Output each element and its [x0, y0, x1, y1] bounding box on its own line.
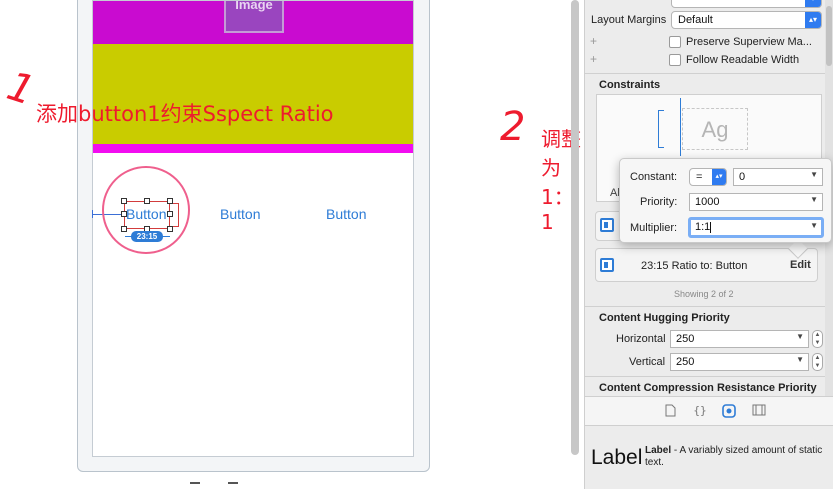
braces-icon[interactable]: {} — [693, 404, 707, 418]
arrange-popup[interactable]: ▾ — [671, 0, 822, 8]
priority-field[interactable]: 1000 ▼ — [689, 193, 823, 211]
hugging-horizontal-value: 250 — [676, 333, 695, 345]
annotation-step-1-text: 添加button1约束Sspect Ratio — [36, 102, 334, 126]
file-icon[interactable] — [663, 404, 677, 418]
hugging-horizontal-label: Horizontal — [616, 333, 666, 345]
section-divider — [585, 306, 825, 307]
leading-constraint-icon — [600, 218, 614, 232]
chevron-updown-icon: ▴▾ — [805, 12, 821, 28]
inspector-scroll-thumb[interactable] — [826, 6, 832, 66]
chevron-down-icon: ▼ — [810, 221, 818, 230]
object-library-icon[interactable] — [722, 404, 736, 418]
storyboard-canvas[interactable]: Image Button Button Button 23:15 1 添加but… — [0, 0, 584, 489]
scene-dock-stub — [190, 482, 200, 489]
priority-value: 1000 — [695, 196, 720, 208]
label-object-preview[interactable]: Label — [591, 446, 642, 470]
constant-label: Constant: — [630, 171, 678, 183]
hugging-vertical-field[interactable]: 250 ▼ — [670, 353, 809, 371]
follow-readable-width-checkbox[interactable] — [669, 54, 681, 66]
ratio-constraint-icon — [600, 258, 614, 272]
section-divider — [585, 73, 825, 74]
relation-popup[interactable]: = ▴▾ — [689, 168, 727, 186]
scene-dock-stub — [228, 482, 238, 489]
layout-margins-label: Layout Margins — [591, 14, 667, 26]
label-object-description: Label - A variably sized amount of stati… — [645, 445, 831, 469]
priority-label: Priority: — [640, 196, 678, 208]
compression-resistance-title: Content Compression Resistance Priority — [599, 382, 817, 394]
chevron-down-icon: ▼ — [810, 170, 818, 179]
height-constraint-indicator[interactable] — [658, 110, 664, 148]
canvas-vertical-scrollbar[interactable] — [571, 0, 579, 455]
olive-view[interactable] — [93, 44, 413, 144]
plus-icon[interactable]: + — [590, 52, 597, 66]
showing-count: Showing 2 of 2 — [674, 289, 734, 299]
media-library-icon[interactable] — [752, 404, 766, 418]
follow-readable-width-label: Follow Readable Width — [686, 54, 800, 66]
image-view[interactable]: Image — [224, 0, 284, 33]
constant-value: 0 — [739, 171, 746, 183]
multiplier-label: Multiplier: — [630, 222, 678, 234]
constant-field[interactable]: 0 ▼ — [733, 168, 823, 186]
preserve-superview-label: Preserve Superview Ma... — [686, 36, 812, 48]
preserve-superview-checkbox[interactable] — [669, 36, 681, 48]
label-object-name: Label — [645, 445, 672, 456]
section-divider — [585, 376, 825, 377]
annotation-step-2-number: 2 — [500, 104, 526, 150]
canvas-button-2[interactable]: Button — [220, 206, 260, 222]
layout-margins-value: Default — [678, 14, 713, 26]
label-object-text: - A variably sized amount of static text… — [645, 445, 823, 468]
magenta-strip-view[interactable] — [93, 144, 413, 153]
hugging-vertical-stepper[interactable]: ▲ ▼ — [812, 353, 823, 371]
chevron-down-icon: ▼ — [810, 195, 818, 204]
annotation-circle — [102, 166, 190, 254]
content-hugging-title: Content Hugging Priority — [599, 312, 730, 324]
multiplier-field[interactable]: 1:1 ▼ — [688, 217, 824, 238]
image-view-label: Image — [235, 0, 273, 12]
hugging-horizontal-field[interactable]: 250 ▼ — [670, 330, 809, 348]
chevron-down-icon: ▼ — [796, 355, 804, 364]
layout-margins-popup[interactable]: Default ▴▾ — [671, 11, 822, 29]
annotation-step-1-number: 1 — [1, 63, 40, 115]
leading-constraint-indicator[interactable] — [680, 98, 681, 156]
canvas-button-3[interactable]: Button — [326, 206, 366, 222]
constraints-section-title: Constraints — [599, 79, 661, 91]
constraints-preview: Ag — [682, 108, 748, 150]
ratio-constraint-text: 23:15 Ratio to: Button — [641, 260, 748, 272]
hugging-vertical-label: Vertical — [629, 356, 666, 368]
chevron-down-icon: ▼ — [796, 332, 804, 341]
multiplier-value: 1:1 — [695, 221, 711, 233]
text-cursor — [710, 221, 712, 233]
relation-value: = — [696, 171, 703, 183]
edit-constraint-button[interactable]: Edit — [790, 259, 811, 271]
library-tab-bar — [585, 396, 833, 426]
hugging-horizontal-stepper[interactable]: ▲ ▼ — [812, 330, 823, 348]
chevron-updown-icon: ▴▾ — [712, 169, 726, 185]
plus-icon[interactable]: + — [590, 34, 597, 48]
chevron-down-icon: ▾ — [805, 0, 821, 7]
hugging-vertical-value: 250 — [676, 356, 695, 368]
